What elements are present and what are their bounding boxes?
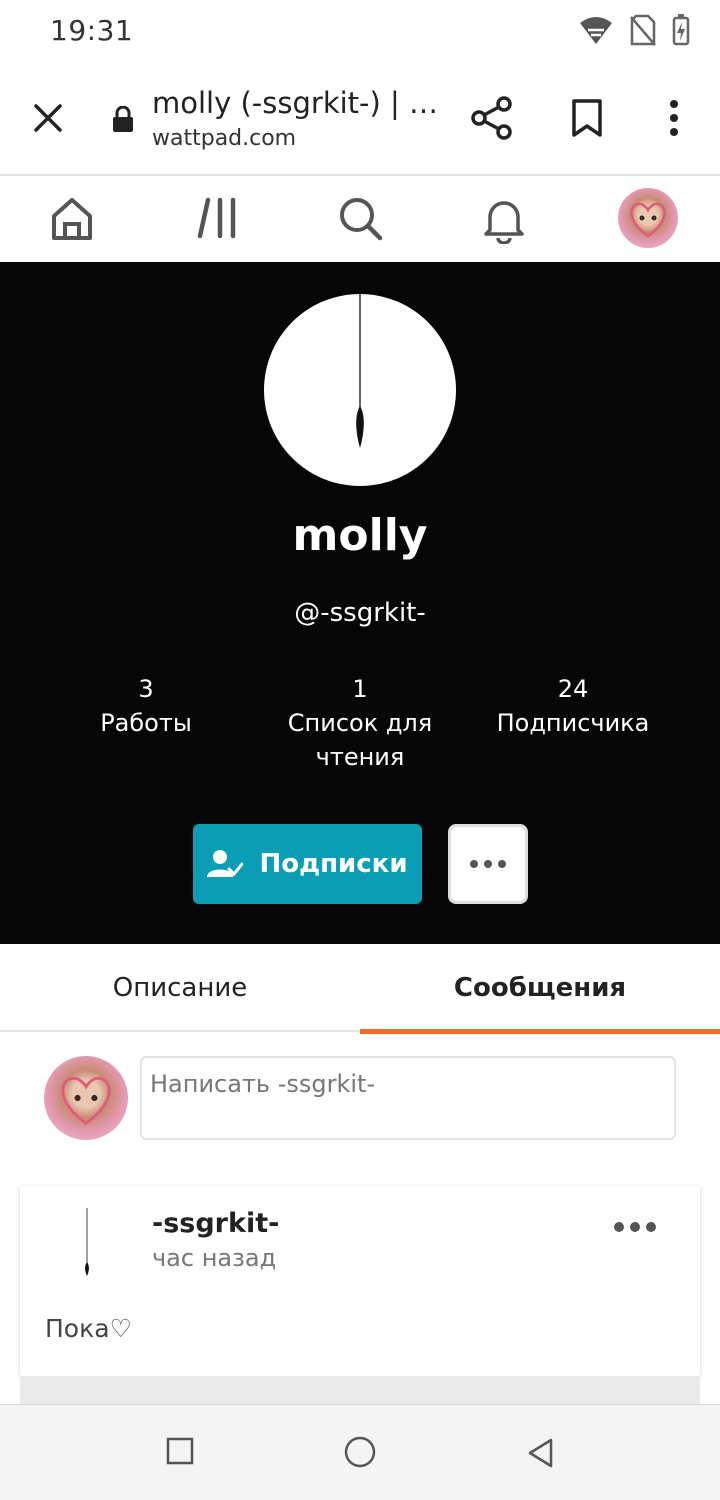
author-avatar[interactable]	[54, 1204, 118, 1280]
message-input[interactable]	[140, 1056, 676, 1140]
heart-icon	[61, 1076, 111, 1125]
user-avatar[interactable]	[618, 188, 678, 248]
stat-value: 3	[138, 675, 154, 703]
heart-icon	[630, 202, 666, 238]
search-icon[interactable]	[338, 196, 384, 242]
stat-reading-lists[interactable]: 1 Список для чтения	[250, 672, 470, 774]
back-icon[interactable]	[526, 1437, 554, 1469]
notifications-icon[interactable]	[482, 196, 526, 244]
message-time: час назад	[152, 1244, 277, 1272]
status-icons	[578, 14, 690, 46]
next-message-card	[20, 1376, 700, 1406]
browser-toolbar: molly (-ssgrkit-) | … wattpad.com	[0, 66, 720, 176]
stat-value: 24	[557, 675, 589, 703]
user-check-icon	[207, 850, 244, 877]
site-nav	[0, 176, 720, 262]
following-label: Подписки	[259, 849, 408, 879]
tab-about[interactable]: Описание	[0, 944, 360, 1032]
status-time: 19:31	[50, 14, 134, 47]
composer-avatar	[44, 1056, 128, 1140]
more-horiz-icon	[470, 860, 506, 868]
status-bar: 19:31	[0, 0, 720, 66]
battery-charging-icon	[672, 14, 690, 46]
page-title[interactable]: molly (-ssgrkit-) | …	[152, 86, 438, 120]
stat-followers[interactable]: 24 Подписчика	[463, 672, 683, 740]
tab-messages[interactable]: Сообщения	[360, 944, 720, 1034]
stat-label: Работы	[100, 709, 192, 737]
message-text: Пока♡	[45, 1314, 132, 1343]
page-url[interactable]: wattpad.com	[152, 126, 296, 151]
close-icon[interactable]	[28, 98, 68, 138]
lock-icon	[113, 106, 133, 132]
system-nav-bar	[0, 1404, 720, 1500]
share-icon[interactable]	[470, 96, 514, 140]
profile-name: molly	[292, 510, 428, 561]
home-icon[interactable]	[50, 196, 94, 242]
message-more-button[interactable]	[614, 1222, 656, 1232]
profile-picture	[264, 294, 456, 486]
recents-icon[interactable]	[166, 1437, 194, 1465]
profile-tabs: Описание Сообщения	[0, 944, 720, 1034]
bookmark-icon[interactable]	[570, 98, 604, 138]
following-button[interactable]: Подписки	[193, 824, 422, 904]
more-vert-icon[interactable]	[660, 98, 688, 138]
home-nav-icon[interactable]	[343, 1435, 377, 1469]
profile-handle: @-ssgrkit-	[294, 598, 426, 628]
profile-header: molly @-ssgrkit- 3 Работы 1 Список для ч…	[0, 262, 720, 944]
stat-value: 1	[352, 675, 368, 703]
wifi-icon	[580, 17, 612, 44]
stat-label: Список для чтения	[287, 709, 433, 771]
pendulum-icon	[356, 294, 364, 448]
stat-works[interactable]: 3 Работы	[36, 672, 256, 740]
library-icon[interactable]	[196, 196, 240, 240]
profile-more-button[interactable]	[448, 824, 528, 904]
message-author[interactable]: -ssgrkit-	[152, 1208, 279, 1239]
more-horiz-icon	[614, 1222, 656, 1232]
message-card: -ssgrkit- час назад Пока♡	[20, 1186, 700, 1376]
no-sim-icon	[630, 14, 656, 46]
stat-label: Подписчика	[496, 709, 650, 737]
